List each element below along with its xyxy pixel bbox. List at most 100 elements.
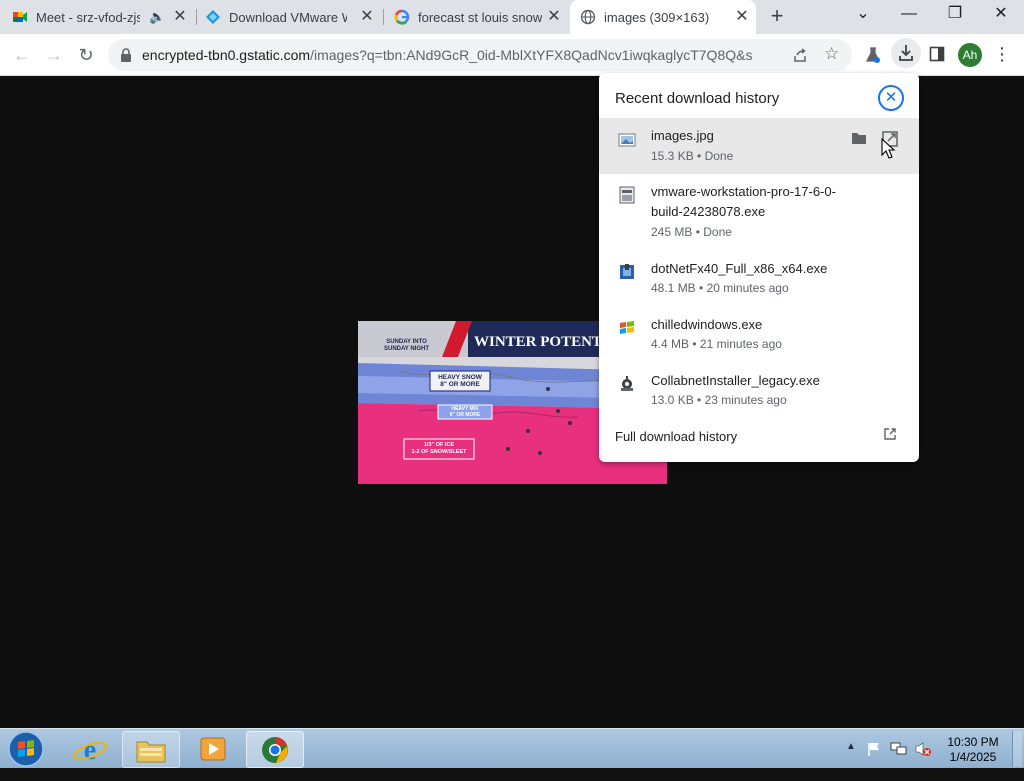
svg-text:e: e bbox=[84, 735, 96, 766]
meta-separator: • bbox=[692, 225, 704, 239]
forward-button[interactable]: → bbox=[38, 39, 70, 71]
media-player-button[interactable] bbox=[184, 731, 242, 768]
profile-avatar[interactable]: Ah bbox=[958, 43, 982, 67]
back-button[interactable]: ← bbox=[6, 39, 38, 71]
volume-muted-icon[interactable] bbox=[914, 741, 932, 757]
clock-date: 1/4/2025 bbox=[949, 750, 997, 764]
speaker-icon[interactable]: 🔈 bbox=[149, 9, 165, 25]
show-desktop-button[interactable] bbox=[1012, 731, 1022, 767]
external-link-icon[interactable] bbox=[883, 427, 897, 441]
address-bar[interactable]: encrypted-tbn0.gstatic.com/images?q=tbn:… bbox=[108, 39, 852, 71]
heavy-mix-label: HEAVY MIX 6" OR MORE bbox=[438, 406, 492, 418]
download-icon bbox=[899, 45, 913, 61]
globe-icon bbox=[580, 9, 596, 25]
show-in-folder-icon[interactable] bbox=[851, 131, 867, 145]
subbanner-line: SUNDAY NIGHT bbox=[384, 346, 430, 352]
start-button[interactable] bbox=[2, 729, 50, 769]
ice-label: 1/3" OF ICE 1-2 OF SNOW/SLEET bbox=[404, 442, 474, 456]
download-size: 13.0 KB bbox=[651, 393, 694, 407]
download-status: 20 minutes ago bbox=[706, 281, 789, 295]
heavy-snow-label: HEAVY SNOW 8" OR MORE bbox=[430, 374, 490, 388]
clock-time: 10:30 PM bbox=[947, 735, 999, 749]
full-download-history-link[interactable]: Full download history bbox=[615, 429, 737, 444]
file-explorer-button[interactable] bbox=[122, 731, 180, 768]
meta-separator: • bbox=[693, 393, 705, 407]
exe-file-icon bbox=[619, 186, 635, 204]
meta-separator: • bbox=[689, 337, 700, 351]
media-player-icon bbox=[200, 737, 226, 761]
tab-search-button[interactable]: ⌄ bbox=[840, 0, 886, 30]
google-icon bbox=[394, 9, 410, 25]
tab-title: Meet - srz-vfod-zjs bbox=[36, 9, 140, 25]
tab-close-button[interactable]: ✕ bbox=[546, 9, 562, 25]
download-size: 48.1 MB bbox=[651, 281, 696, 295]
tab-title: Download VMware Workstation bbox=[229, 9, 347, 25]
subbanner-line: SUNDAY INTO bbox=[386, 339, 427, 345]
tab-vmware[interactable]: Download VMware Workstation ✕ bbox=[205, 0, 381, 34]
download-item[interactable]: vmware-workstation-pro-17-6-0- build-242… bbox=[599, 174, 919, 246]
download-status: 21 minutes ago bbox=[699, 337, 782, 351]
meta-separator: • bbox=[695, 281, 707, 295]
action-center-flag-icon[interactable] bbox=[866, 741, 882, 757]
vmware-icon bbox=[206, 10, 220, 24]
filename-line: build-24238078.exe bbox=[651, 204, 766, 219]
map-subbanner: SUNDAY INTO SUNDAY NIGHT bbox=[384, 339, 429, 353]
download-status: 23 minutes ago bbox=[704, 393, 787, 407]
download-size: 245 MB bbox=[651, 225, 693, 239]
download-item[interactable]: dotNetFx40_Full_x86_x64.exe 48.1 MB • 20… bbox=[599, 258, 919, 308]
download-size: 4.4 MB bbox=[651, 337, 690, 351]
download-filename: vmware-workstation-pro-17-6-0- build-242… bbox=[651, 182, 861, 222]
new-tab-button[interactable]: + bbox=[764, 4, 790, 30]
tab-meet[interactable]: Meet - srz-vfod-zjs 🔈 ✕ bbox=[12, 0, 194, 34]
browser-toolbar: ← → ↻ encrypted-tbn0.gstatic.com/images?… bbox=[0, 34, 1024, 76]
download-meta: 13.0 KB • 23 minutes ago bbox=[651, 393, 787, 407]
tab-forecast[interactable]: forecast st louis snow ✕ bbox=[394, 0, 568, 34]
download-meta: 15.3 KB • Done bbox=[651, 149, 733, 163]
reload-button[interactable]: ↻ bbox=[70, 39, 102, 71]
windows-logo-icon bbox=[620, 321, 634, 334]
download-meta: 4.4 MB • 21 minutes ago bbox=[651, 337, 782, 351]
filename-line: vmware-workstation-pro-17-6-0- bbox=[651, 184, 836, 199]
tab-close-button[interactable]: ✕ bbox=[359, 9, 375, 25]
lock-icon[interactable] bbox=[120, 48, 132, 62]
label-line: 1/3" OF ICE bbox=[423, 442, 455, 448]
side-panel-icon[interactable] bbox=[929, 46, 945, 62]
label-line: HEAVY SNOW bbox=[438, 374, 482, 381]
share-icon[interactable] bbox=[792, 47, 808, 63]
folder-icon bbox=[136, 741, 166, 763]
menu-kebab-icon[interactable]: ⋮ bbox=[992, 42, 1012, 68]
labs-flask-icon[interactable] bbox=[864, 46, 882, 64]
mouse-cursor-icon bbox=[881, 138, 896, 159]
close-panel-button[interactable]: ✕ bbox=[878, 85, 904, 111]
windows-taskbar: e ▲ 10:30 PM 1/4/2025 bbox=[0, 728, 1024, 768]
show-hidden-icons-button[interactable]: ▲ bbox=[846, 741, 856, 781]
panel-title: Recent download history bbox=[615, 90, 780, 107]
url-domain: encrypted-tbn0.gstatic.com bbox=[142, 47, 311, 63]
download-item[interactable]: CollabnetInstaller_legacy.exe 13.0 KB • … bbox=[599, 370, 919, 420]
tab-images[interactable]: images (309×163) ✕ bbox=[570, 0, 756, 34]
downloads-button[interactable] bbox=[891, 38, 921, 68]
download-size: 15.3 KB bbox=[651, 149, 694, 163]
system-clock[interactable]: 10:30 PM 1/4/2025 bbox=[936, 735, 1010, 765]
download-filename: images.jpg bbox=[651, 128, 714, 143]
label-line: 1-2 OF SNOW/SLEET bbox=[411, 449, 467, 455]
google-meet-icon bbox=[13, 12, 27, 22]
network-icon[interactable] bbox=[890, 741, 908, 757]
close-window-button[interactable]: ✕ bbox=[978, 0, 1024, 30]
download-filename: CollabnetInstaller_legacy.exe bbox=[651, 373, 820, 388]
tab-close-button[interactable]: ✕ bbox=[172, 9, 188, 25]
tab-strip: Meet - srz-vfod-zjs 🔈 ✕ Download VMware … bbox=[0, 0, 1024, 34]
download-filename: dotNetFx40_Full_x86_x64.exe bbox=[651, 261, 828, 276]
tab-close-button[interactable]: ✕ bbox=[734, 9, 750, 25]
minimize-button[interactable]: — bbox=[886, 0, 932, 30]
url-text[interactable]: encrypted-tbn0.gstatic.com/images?q=tbn:… bbox=[142, 47, 752, 63]
label-line: 8" OR MORE bbox=[440, 381, 480, 388]
internet-explorer-icon[interactable]: e bbox=[68, 731, 112, 768]
label-line: 6" OR MORE bbox=[449, 412, 481, 418]
download-item[interactable]: images.jpg 15.3 KB • Done bbox=[599, 118, 919, 174]
download-item[interactable]: chilledwindows.exe 4.4 MB • 21 minutes a… bbox=[599, 314, 919, 364]
bookmark-star-icon[interactable]: ☆ bbox=[824, 44, 839, 64]
chrome-taskbar-button[interactable] bbox=[246, 731, 304, 768]
restore-button[interactable]: ❐ bbox=[932, 0, 978, 30]
download-history-panel: Recent download history ✕ images.jpg 15.… bbox=[599, 73, 919, 462]
